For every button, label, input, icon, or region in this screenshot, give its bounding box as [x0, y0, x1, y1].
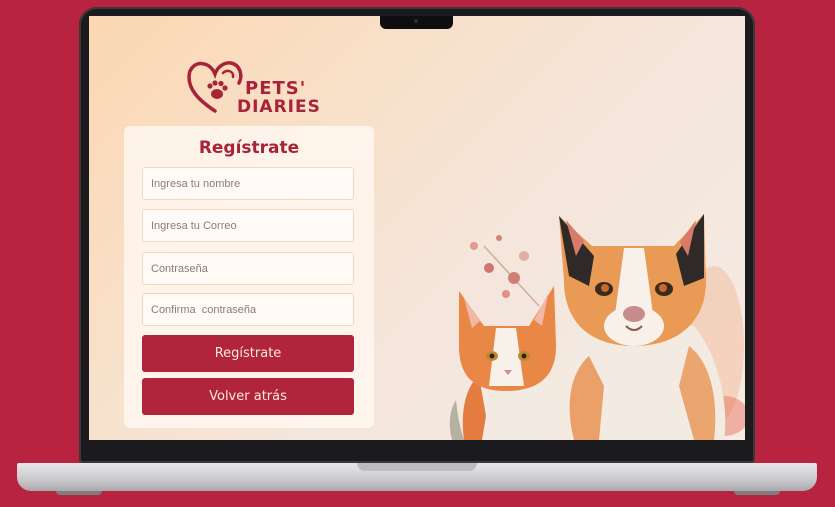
laptop-base	[17, 463, 817, 491]
email-input[interactable]	[143, 210, 353, 241]
name-field[interactable]	[142, 167, 354, 200]
name-input[interactable]	[143, 168, 353, 199]
webcam-icon	[414, 19, 418, 23]
form-title: Regístrate	[198, 138, 300, 158]
password-field[interactable]	[142, 252, 354, 285]
brand-name-line2: DIARIES	[237, 97, 321, 117]
base-opening	[357, 463, 477, 471]
email-field[interactable]	[142, 209, 354, 242]
screen: PETS' DIARIES Regístrate Regístrate Volv…	[89, 16, 745, 440]
password-input[interactable]	[143, 253, 353, 284]
camera-notch	[380, 16, 453, 29]
confirm-password-input[interactable]	[143, 294, 353, 325]
laptop-foot-left	[56, 491, 102, 495]
register-button[interactable]: Regístrate	[142, 335, 354, 372]
register-card: Regístrate Regístrate Volver atrás	[124, 126, 374, 428]
confirm-password-field[interactable]	[142, 293, 354, 326]
laptop-foot-right	[734, 491, 780, 495]
brand-name-line1: PETS'	[245, 78, 307, 99]
pets-illustration	[449, 214, 745, 440]
brand-logo: PETS' DIARIES	[187, 59, 321, 119]
back-button[interactable]: Volver atrás	[142, 378, 354, 415]
